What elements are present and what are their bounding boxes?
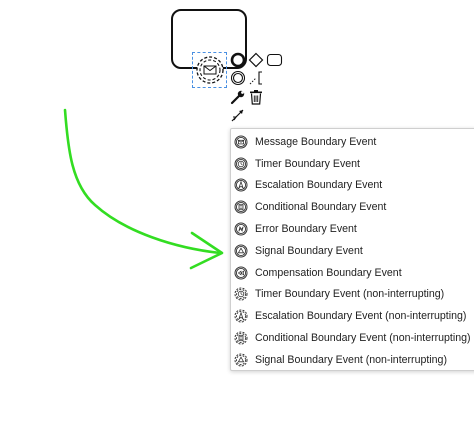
text-annotation-icon[interactable] [248,70,264,86]
escalation-event-non-interrupting-icon [234,309,248,323]
gateway-icon[interactable] [248,52,264,68]
menu-entry-error-boundary-event[interactable]: Error Boundary Event [231,218,474,240]
signal-event-icon [234,244,248,258]
intermediate-event-icon[interactable] [230,70,246,86]
menu-entry-timer-boundary-event-non-interrupting[interactable]: Timer Boundary Event (non-interrupting) [231,284,474,306]
task-icon[interactable] [266,53,283,67]
menu-entry-label: Signal Boundary Event (non-interrupting) [255,353,447,366]
menu-entry-label: Conditional Boundary Event [255,201,387,214]
menu-entry-label: Error Boundary Event [255,223,357,236]
escalation-event-icon [234,178,248,192]
wrench-icon[interactable] [230,89,246,105]
end-event-icon[interactable] [230,52,246,68]
error-event-icon [234,222,248,236]
connect-icon[interactable] [230,107,246,123]
trash-icon[interactable] [249,89,263,105]
menu-entry-label: Conditional Boundary Event (non-interrup… [255,332,471,345]
timer-event-non-interrupting-icon [234,287,248,301]
conditional-event-non-interrupting-icon [234,331,248,345]
menu-entry-signal-boundary-event[interactable]: Signal Boundary Event [231,240,474,262]
timer-event-icon [234,157,248,171]
menu-entry-label: Signal Boundary Event [255,244,363,257]
compensation-event-icon [234,266,248,280]
replace-popup-menu: Message Boundary Event Timer Boundary Ev… [230,128,474,371]
menu-entry-conditional-boundary-event[interactable]: Conditional Boundary Event [231,196,474,218]
menu-entry-label: Message Boundary Event [255,135,377,148]
menu-entry-signal-boundary-event-non-interrupting[interactable]: Signal Boundary Event (non-interrupting) [231,349,474,371]
envelope-icon [203,65,217,75]
message-boundary-event[interactable] [195,55,225,85]
menu-entry-label: Timer Boundary Event (non-interrupting) [255,288,445,301]
menu-entry-escalation-boundary-event[interactable]: Escalation Boundary Event [231,175,474,197]
menu-entry-timer-boundary-event[interactable]: Timer Boundary Event [231,153,474,175]
menu-entry-label: Escalation Boundary Event (non-interrupt… [255,310,467,323]
conditional-event-icon [234,200,248,214]
menu-entry-escalation-boundary-event-non-interrupting[interactable]: Escalation Boundary Event (non-interrupt… [231,305,474,327]
signal-event-non-interrupting-icon [234,353,248,367]
menu-entry-conditional-boundary-event-non-interrupting[interactable]: Conditional Boundary Event (non-interrup… [231,327,474,349]
message-event-icon [234,135,248,149]
menu-entry-message-boundary-event[interactable]: Message Boundary Event [231,131,474,153]
menu-entry-label: Escalation Boundary Event [255,179,383,192]
menu-entry-compensation-boundary-event[interactable]: Compensation Boundary Event [231,262,474,284]
menu-entry-label: Timer Boundary Event [255,157,361,170]
menu-entry-label: Compensation Boundary Event [255,266,402,279]
